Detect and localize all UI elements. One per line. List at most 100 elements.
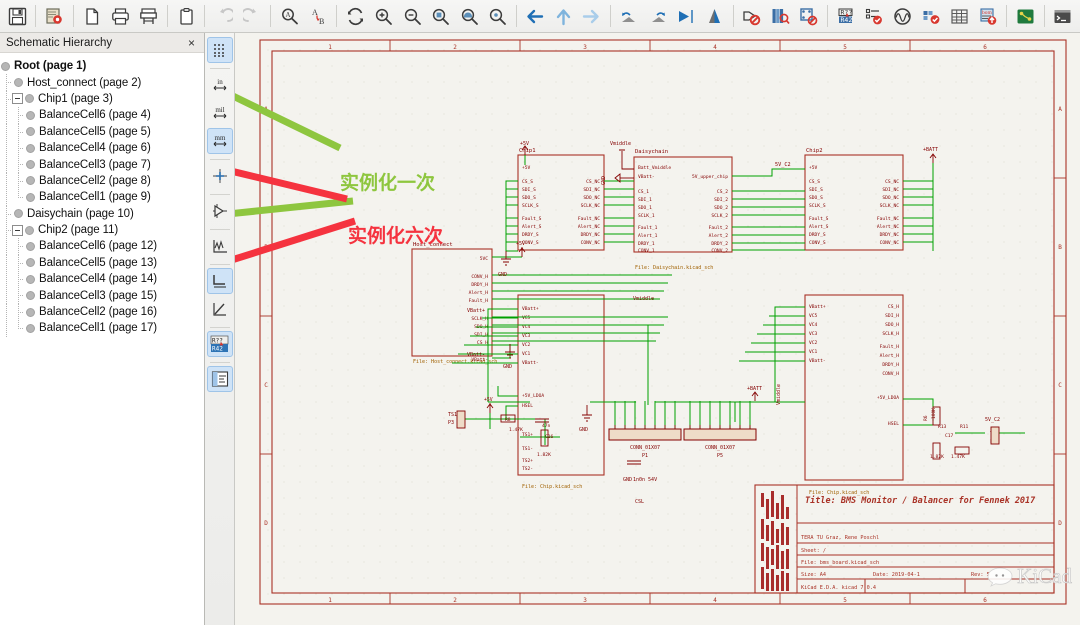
svg-text:Vmiddle: Vmiddle xyxy=(610,141,631,147)
symbol-editor-icon[interactable] xyxy=(795,3,821,30)
zoom-area-icon[interactable] xyxy=(484,3,510,30)
tree-item-balancecell6-page-12[interactable]: BalanceCell6 (page 12) xyxy=(0,238,204,256)
svg-text:Alert_NC: Alert_NC xyxy=(877,224,899,230)
svg-text:1n0n 54V: 1n0n 54V xyxy=(633,477,657,483)
find-icon[interactable]: A xyxy=(276,3,302,30)
close-icon[interactable]: × xyxy=(185,36,198,50)
footprint-assign-icon[interactable] xyxy=(861,3,887,30)
up-sheet-icon[interactable] xyxy=(550,3,576,30)
sheet-node-icon xyxy=(1,61,10,71)
tree-item-daisychain-page-10[interactable]: Daisychain (page 10) xyxy=(0,205,204,223)
tree-item-chip2-page-11[interactable]: Chip2 (page 11) xyxy=(0,221,204,239)
svg-text:SCLK_NC: SCLK_NC xyxy=(880,203,900,209)
any-angle-wires-icon[interactable] xyxy=(207,296,233,322)
zoom-in-icon[interactable] xyxy=(371,3,397,30)
tree-item-balancecell4-page-14[interactable]: BalanceCell4 (page 14) xyxy=(0,271,204,288)
tree-item-balancecell4-page-6[interactable]: BalanceCell4 (page 6) xyxy=(0,139,204,157)
zoom-out-icon[interactable] xyxy=(399,3,425,30)
title-block-date: Date: 2019-04-1 xyxy=(873,572,920,578)
svg-text:+BATT: +BATT xyxy=(747,386,762,392)
svg-text:SDO_H: SDO_H xyxy=(885,322,899,328)
tree-item-balancecell1-page-17[interactable]: BalanceCell1 (page 17) xyxy=(0,320,204,338)
tree-guide xyxy=(0,107,12,124)
annotation-icon[interactable]: R?? R42 xyxy=(206,331,233,357)
main-toolbar: A AB R?? R42 bom xyxy=(0,0,1080,33)
bom-table-icon[interactable] xyxy=(947,3,973,30)
tree-item-chip1-page-3[interactable]: Chip1 (page 3) xyxy=(0,90,204,108)
svg-text:SCLK_NC: SCLK_NC xyxy=(581,203,601,209)
schematic-canvas[interactable]: 123 456 123 456 ABCD ABCD Host_connect F… xyxy=(235,33,1080,625)
annotation-instantiated-once: 实例化一次 xyxy=(340,172,436,194)
enter-sheet-icon[interactable] xyxy=(578,3,604,30)
schematic-svg: 123 456 123 456 ABCD ABCD Host_connect F… xyxy=(235,33,1080,625)
svg-text:DRDY_NC: DRDY_NC xyxy=(880,232,900,238)
zoom-fit-objects-icon[interactable] xyxy=(456,3,482,30)
units-mils-icon[interactable]: mil xyxy=(207,100,233,126)
tree-expander-icon[interactable] xyxy=(12,93,23,105)
grid-display-icon[interactable] xyxy=(206,37,233,63)
mirror-vertical-icon[interactable] xyxy=(701,3,727,30)
schematic-hierarchy-panel: Schematic Hierarchy × Root (page 1) Host_… xyxy=(0,33,205,625)
edit-symbol-fields-icon[interactable] xyxy=(918,3,944,30)
svg-text:Fault_NC: Fault_NC xyxy=(578,216,600,222)
tree-item-balancecell5-page-13[interactable]: BalanceCell5 (page 13) xyxy=(0,254,204,272)
tree-item-host-connect-page-2[interactable]: Host_connect (page 2) xyxy=(0,74,204,92)
symbol-library-icon[interactable] xyxy=(767,3,793,30)
tree-guide xyxy=(0,74,12,92)
h-v-wires-icon[interactable] xyxy=(206,268,233,294)
canvas-area: in mil mm R?? R42 1 2 3 4 5 6 1 2 3 4 5 … xyxy=(205,33,1080,625)
erc-warnings-icon[interactable] xyxy=(207,233,233,259)
refresh-icon[interactable] xyxy=(342,3,368,30)
toolbar-separator xyxy=(826,5,828,27)
toolbar-separator xyxy=(1006,5,1008,27)
leave-sheet-icon[interactable] xyxy=(522,3,548,30)
svg-text:CONV_2: CONV_2 xyxy=(711,248,728,254)
mirror-horizontal-icon[interactable] xyxy=(673,3,699,30)
toolbar-separator xyxy=(1043,5,1045,27)
tree-expander-icon[interactable] xyxy=(12,224,23,236)
svg-text:Alert_S: Alert_S xyxy=(522,224,542,230)
simulator-icon[interactable] xyxy=(890,3,916,30)
svg-text:5V_C2: 5V_C2 xyxy=(985,417,1000,423)
tree-guide xyxy=(0,156,12,174)
svg-text:SCLK_H: SCLK_H xyxy=(471,316,488,322)
units-millimeters-icon[interactable]: mm xyxy=(206,128,233,154)
units-inches-icon[interactable]: in xyxy=(207,72,233,98)
tree-item-root-page-1[interactable]: Root (page 1) xyxy=(0,58,204,74)
find-replace-icon[interactable]: AB xyxy=(305,3,331,30)
plot-icon[interactable] xyxy=(136,3,162,30)
zoom-fit-page-icon[interactable] xyxy=(427,3,453,30)
rotate-ccw-icon[interactable] xyxy=(616,3,642,30)
bom-export-icon[interactable]: bom xyxy=(975,3,1001,30)
svg-text:VC2: VC2 xyxy=(522,342,531,348)
tree-item-balancecell2-page-8[interactable]: BalanceCell2 (page 8) xyxy=(0,172,204,190)
pcb-editor-icon[interactable] xyxy=(1012,3,1038,30)
tree-item-balancecell6-page-4[interactable]: BalanceCell6 (page 4) xyxy=(0,107,204,124)
svg-text:VC3: VC3 xyxy=(809,331,818,337)
print-preview-icon[interactable] xyxy=(79,3,105,30)
save-icon[interactable] xyxy=(4,3,30,30)
sheet-node-icon xyxy=(25,94,34,104)
hierarchy-panel-icon[interactable] xyxy=(206,366,233,392)
tree-item-balancecell1-page-9[interactable]: BalanceCell1 (page 9) xyxy=(0,189,204,206)
tree-item-balancecell3-page-7[interactable]: BalanceCell3 (page 7) xyxy=(0,156,204,174)
annotate-icon[interactable]: R?? R42 xyxy=(833,3,859,30)
print-icon[interactable] xyxy=(107,3,133,30)
cursor-fullscreen-icon[interactable] xyxy=(207,163,233,189)
tree-item-balancecell3-page-15[interactable]: BalanceCell3 (page 15) xyxy=(0,287,204,305)
svg-text:CONN_01X07: CONN_01X07 xyxy=(705,445,735,451)
svg-text:A: A xyxy=(1058,106,1062,113)
tree-item-balancecell2-page-16[interactable]: BalanceCell2 (page 16) xyxy=(0,303,204,321)
svg-text:+5V: +5V xyxy=(516,241,525,247)
hidden-pins-icon[interactable] xyxy=(207,198,233,224)
page-settings-icon[interactable] xyxy=(41,3,67,30)
svg-text:Fault_S: Fault_S xyxy=(809,216,829,222)
tree-item-balancecell5-page-5[interactable]: BalanceCell5 (page 5) xyxy=(0,123,204,141)
tree-guide xyxy=(12,107,24,124)
rotate-cw-icon[interactable] xyxy=(644,3,670,30)
paste-icon[interactable] xyxy=(173,3,199,30)
erc-icon[interactable] xyxy=(739,3,765,30)
svg-text:CS_S: CS_S xyxy=(522,179,533,185)
tree-guide xyxy=(0,189,12,206)
scripting-console-icon[interactable] xyxy=(1050,3,1076,30)
